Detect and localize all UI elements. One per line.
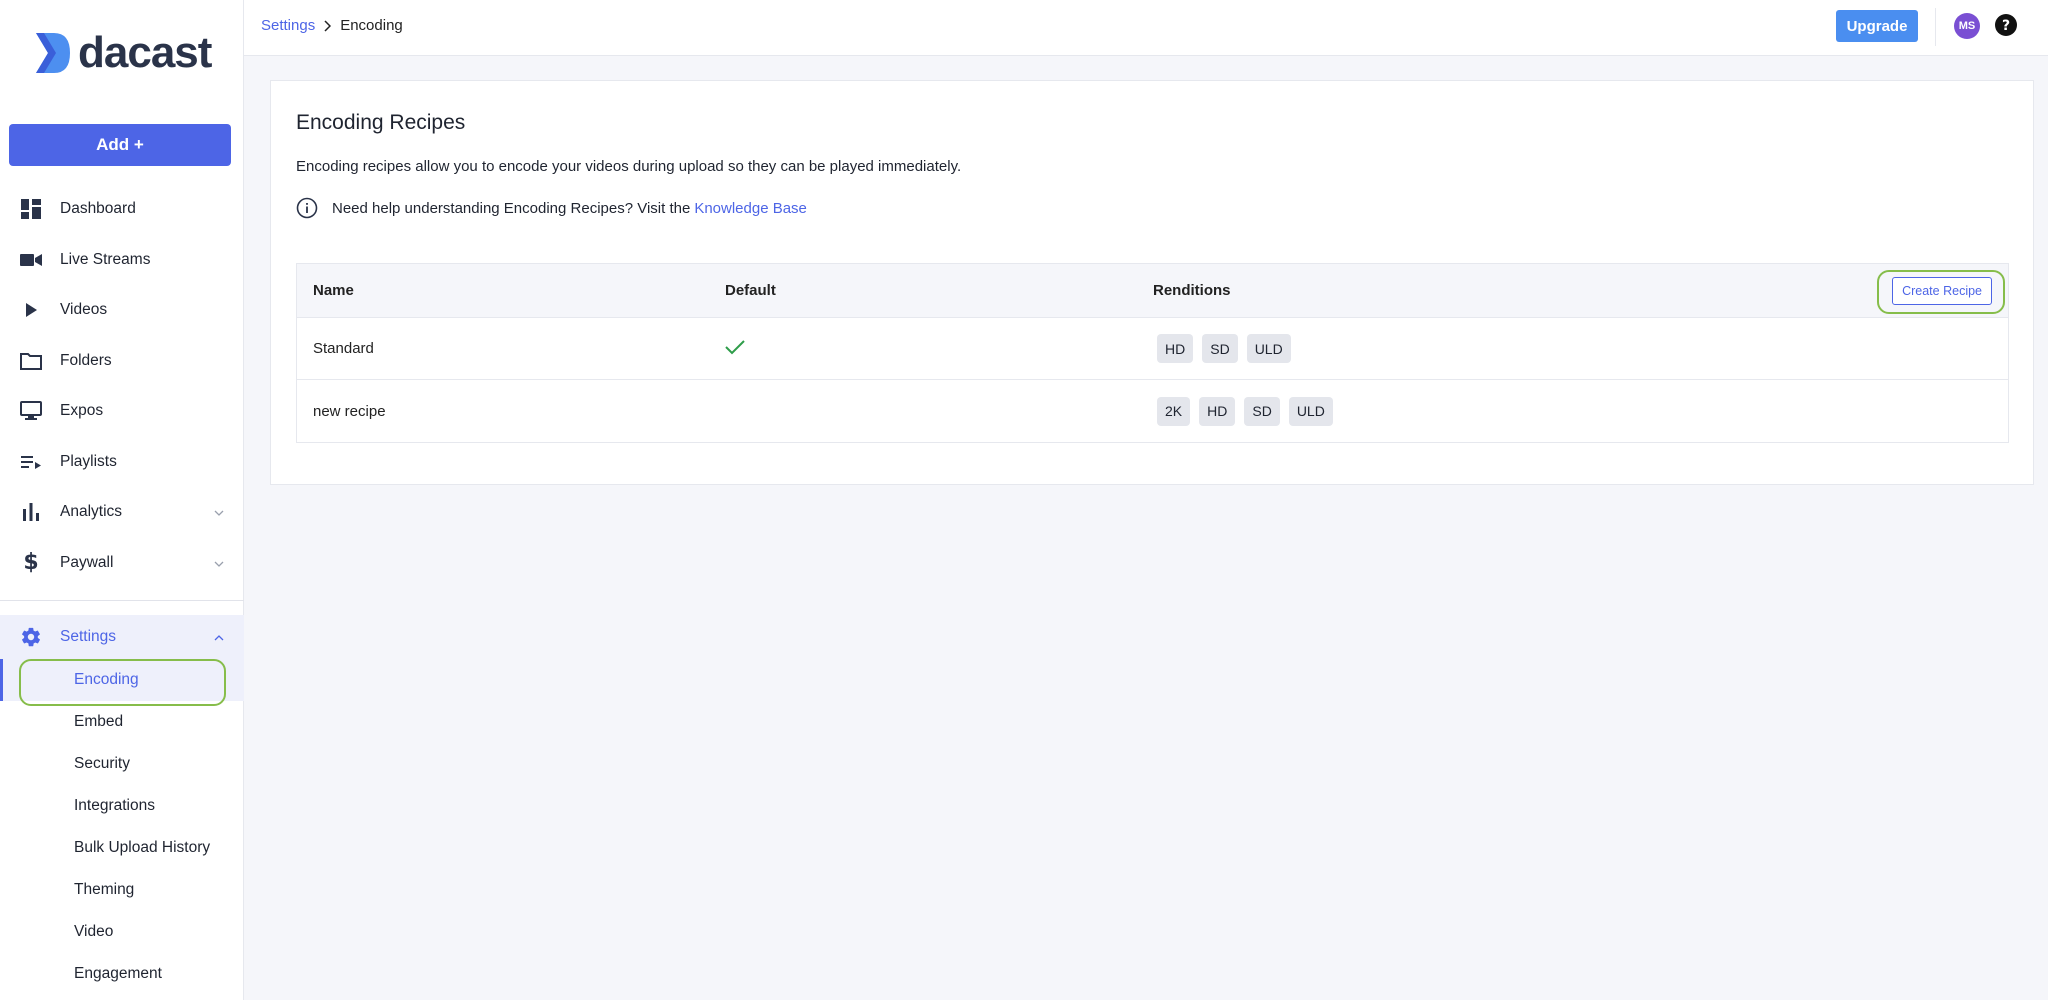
monitor-icon: [20, 400, 42, 422]
column-header-name: Name: [313, 282, 354, 299]
logo-text: dacast: [78, 28, 212, 77]
page-title: Encoding Recipes: [296, 111, 466, 134]
bar-chart-icon: [20, 501, 42, 523]
column-header-default: Default: [725, 282, 776, 299]
sidebar-divider: [0, 600, 244, 601]
sidebar-item-label: Playlists: [60, 452, 117, 470]
play-icon: [20, 299, 42, 321]
sidebar-subitem-label: Security: [74, 755, 130, 772]
dacast-logo-icon: [36, 33, 70, 73]
help-text: Need help understanding Encoding Recipes…: [332, 199, 691, 217]
rendition-badge: SD: [1244, 396, 1280, 426]
sidebar-item-label: Analytics: [60, 503, 123, 521]
sidebar-subitem-label: Video: [74, 923, 114, 940]
recipes-table: Name Default Renditions Create Recipe St…: [296, 263, 2009, 443]
chevron-down-icon: [214, 554, 224, 572]
sidebar-item-live-streams[interactable]: Live Streams: [0, 235, 244, 286]
upgrade-button[interactable]: Upgrade: [1836, 10, 1918, 42]
add-button[interactable]: Add +: [9, 124, 231, 166]
sidebar-subitem-label: Engagement: [74, 965, 162, 982]
sidebar-item-label: Videos: [60, 301, 108, 319]
top-header: Settings Encoding Upgrade MS ?: [244, 0, 2048, 56]
sidebar-subitem-encoding[interactable]: Encoding: [0, 659, 244, 701]
sidebar-item-label: Live Streams: [60, 250, 151, 268]
renditions-cell: 2K HD SD ULD: [1153, 396, 2008, 426]
recipe-name: new recipe: [313, 402, 386, 420]
table-row[interactable]: new recipe 2K HD SD ULD: [297, 380, 2008, 442]
svg-text:?: ?: [2002, 18, 2010, 34]
sidebar-item-videos[interactable]: Videos: [0, 285, 244, 336]
folder-icon: [20, 350, 42, 372]
rendition-badge: SD: [1202, 334, 1238, 363]
rendition-badge: ULD: [1246, 334, 1291, 363]
help-icon[interactable]: ?: [1994, 13, 2018, 37]
rendition-badge: HD: [1157, 334, 1194, 363]
header-divider: [1935, 8, 1936, 46]
sidebar-subitem-label: Encoding: [74, 671, 139, 688]
sidebar-subitem-integrations[interactable]: Integrations: [0, 785, 244, 827]
gear-icon: [20, 626, 42, 648]
sidebar-subitem-security[interactable]: Security: [0, 743, 244, 785]
column-header-renditions: Renditions: [1153, 282, 1231, 299]
sidebar-item-folders[interactable]: Folders: [0, 336, 244, 387]
sidebar-item-settings[interactable]: Settings: [0, 615, 244, 659]
breadcrumb-current: Encoding: [340, 17, 403, 34]
app-root: dacast Add + Dashboard Live Streams Vide…: [0, 0, 2048, 1000]
default-cell: [725, 339, 1153, 359]
recipe-name: Standard: [313, 340, 374, 357]
help-row: Need help understanding Encoding Recipes…: [296, 197, 807, 219]
table-header: Name Default Renditions Create Recipe: [297, 264, 2008, 318]
create-recipe-button[interactable]: Create Recipe: [1892, 277, 1992, 305]
sidebar-item-paywall[interactable]: $ Paywall: [0, 538, 244, 589]
chevron-down-icon: [214, 503, 224, 521]
dollar-icon: $: [23, 550, 39, 576]
table-row[interactable]: Standard HD SD ULD: [297, 318, 2008, 380]
sidebar-nav: Dashboard Live Streams Videos Folders Ex…: [0, 184, 244, 995]
settings-submenu: Encoding Embed Security Integrations Bul…: [0, 659, 244, 995]
sidebar-subitem-bulk-upload-history[interactable]: Bulk Upload History: [0, 827, 244, 869]
sidebar-subitem-label: Theming: [74, 881, 135, 898]
chevron-up-icon: [214, 628, 224, 646]
page-description: Encoding recipes allow you to encode you…: [296, 158, 962, 175]
sidebar-subitem-theming[interactable]: Theming: [0, 869, 244, 911]
sidebar-item-label: Expos: [60, 402, 104, 420]
sidebar-subitem-label: Integrations: [74, 797, 155, 814]
logo[interactable]: dacast: [34, 28, 212, 77]
sidebar-item-analytics[interactable]: Analytics: [0, 487, 244, 538]
sidebar-subitem-video[interactable]: Video: [0, 911, 244, 953]
chevron-right-icon: [324, 19, 332, 32]
check-icon: [725, 339, 745, 359]
sidebar-item-playlists[interactable]: Playlists: [0, 437, 244, 488]
knowledge-base-link[interactable]: Knowledge Base: [694, 200, 807, 217]
breadcrumb-settings-link[interactable]: Settings: [261, 17, 315, 34]
sidebar-item-label: Paywall: [60, 553, 114, 571]
sidebar-item-label: Settings: [60, 628, 117, 645]
sidebar-item-label: Folders: [60, 351, 112, 369]
sidebar-item-dashboard[interactable]: Dashboard: [0, 184, 244, 235]
sidebar-subitem-label: Embed: [74, 713, 124, 730]
sidebar-item-expos[interactable]: Expos: [0, 386, 244, 437]
sidebar: dacast Add + Dashboard Live Streams Vide…: [0, 0, 244, 1000]
video-camera-icon: [20, 249, 42, 271]
sidebar-item-label: Dashboard: [60, 200, 136, 218]
sidebar-subitem-label: Bulk Upload History: [74, 839, 211, 856]
dashboard-icon: [20, 198, 42, 220]
rendition-badge: ULD: [1288, 396, 1333, 426]
encoding-recipes-card: Encoding Recipes Encoding recipes allow …: [270, 80, 2034, 485]
renditions-cell: HD SD ULD: [1153, 334, 2008, 363]
breadcrumb: Settings Encoding: [261, 17, 403, 34]
avatar[interactable]: MS: [1954, 13, 1980, 39]
info-icon: [296, 197, 318, 219]
playlist-icon: [20, 451, 42, 473]
sidebar-subitem-embed[interactable]: Embed: [0, 701, 244, 743]
rendition-badge: 2K: [1157, 396, 1191, 426]
rendition-badge: HD: [1199, 396, 1236, 426]
sidebar-subitem-engagement[interactable]: Engagement: [0, 953, 244, 995]
